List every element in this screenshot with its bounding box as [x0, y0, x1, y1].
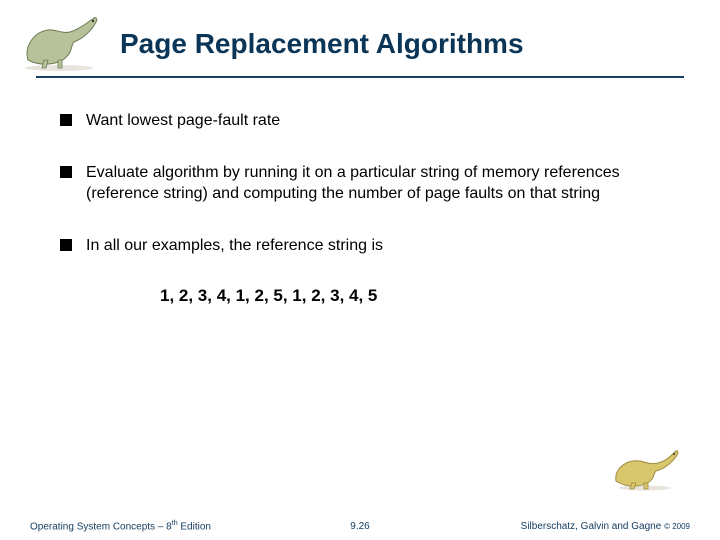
square-bullet-icon	[60, 114, 72, 126]
slide-body: Want lowest page-fault rate Evaluate alg…	[60, 110, 660, 306]
footer-copyright: © 2009	[664, 522, 690, 531]
slide-footer: Operating System Concepts – 8th Edition …	[0, 510, 720, 540]
dinosaur-logo-bottom-icon	[610, 447, 680, 496]
title-underline	[36, 76, 684, 78]
bullet-item: Evaluate algorithm by running it on a pa…	[60, 162, 660, 205]
bullet-text: Evaluate algorithm by running it on a pa…	[86, 162, 660, 205]
slide: Page Replacement Algorithms Want lowest …	[0, 0, 720, 540]
bullet-item: In all our examples, the reference strin…	[60, 235, 660, 257]
footer-authors: Silberschatz, Galvin and Gagne	[521, 521, 664, 532]
reference-string: 1, 2, 3, 4, 1, 2, 5, 1, 2, 3, 4, 5	[160, 286, 660, 306]
footer-right: Silberschatz, Galvin and Gagne © 2009	[521, 521, 690, 532]
bullet-text: Want lowest page-fault rate	[86, 110, 280, 132]
square-bullet-icon	[60, 239, 72, 251]
bullet-item: Want lowest page-fault rate	[60, 110, 660, 132]
slide-header: Page Replacement Algorithms	[0, 8, 720, 80]
bullet-text: In all our examples, the reference strin…	[86, 235, 383, 257]
square-bullet-icon	[60, 166, 72, 178]
slide-title: Page Replacement Algorithms	[120, 28, 524, 60]
dinosaur-logo-top-icon	[14, 12, 104, 77]
